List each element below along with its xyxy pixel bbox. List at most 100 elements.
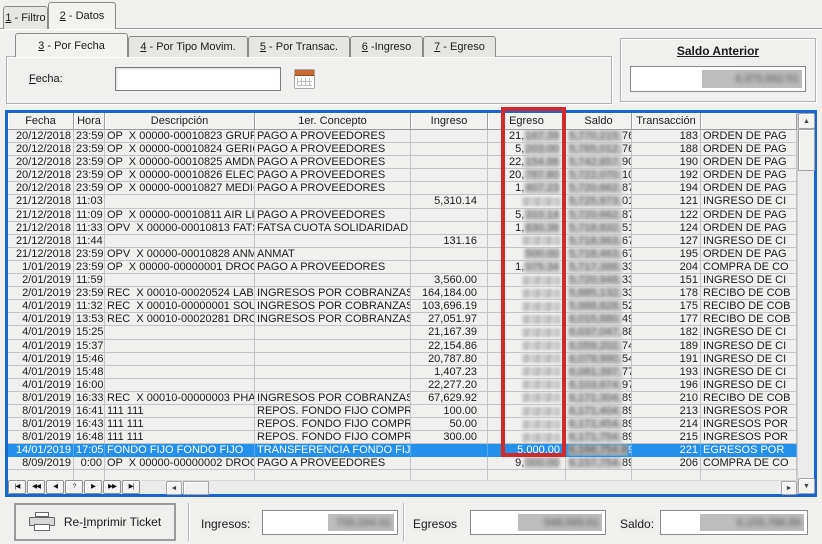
column-header-blank[interactable] — [701, 113, 797, 130]
cell-egreso — [488, 392, 566, 405]
tab-datos[interactable]: 2 - Datos — [48, 2, 116, 29]
cell-transaccion: 127 — [632, 235, 701, 248]
cell-egreso — [488, 405, 566, 418]
cell-ingreso — [411, 261, 488, 274]
table-row[interactable]: 4/01/201915:4620,787.806,079,990.54191IN… — [8, 353, 797, 366]
tabstrip-divider — [0, 28, 822, 29]
cell-concepto: PAGO A PROVEEDORES — [255, 182, 411, 195]
fecha-input[interactable] — [115, 67, 281, 91]
table-row[interactable]: 20/12/201823:59OP X 00000-00010827 MEDIC… — [8, 182, 797, 195]
table-row[interactable]: 4/01/201911:32REC X 00010-00000001 SOUEI… — [8, 300, 797, 313]
vertical-scrollbar-thumb[interactable] — [798, 129, 815, 171]
cell-egreso: 20,787.80 — [488, 169, 566, 182]
cell-tipo: INGRESO DE CI — [701, 379, 797, 392]
table-row[interactable]: 1/01/201923:59OP X 00000-00000001 DROGPA… — [8, 261, 797, 274]
cell-egreso — [488, 313, 566, 326]
calendar-icon[interactable] — [294, 69, 315, 89]
table-row[interactable]: 21/12/201811:33OPV X 00000-00010813 FATS… — [8, 222, 797, 235]
table-row[interactable]: 8/01/201916:33REC X 00010-00000003 PHARI… — [8, 392, 797, 405]
horizontal-scrollbar-thumb[interactable] — [183, 481, 209, 495]
cell-descripcion — [105, 340, 255, 353]
column-header-1er-concepto[interactable]: 1er. Concepto — [255, 113, 411, 130]
cell-egreso — [488, 470, 566, 480]
redacted-saldo: 5,717,388. — [568, 261, 622, 273]
table-row[interactable]: 4/01/201915:3722,154.866,059,202.74189IN… — [8, 340, 797, 353]
column-header-fecha[interactable]: Fecha — [8, 113, 74, 130]
scroll-down-icon[interactable]: ▼ — [798, 478, 815, 494]
cell-egreso — [488, 340, 566, 353]
column-header-hora[interactable]: Hora — [74, 113, 105, 130]
cell-egreso: 22,154.86 — [488, 156, 566, 169]
nav-last-button[interactable]: ▶| — [122, 480, 140, 494]
table-row[interactable]: 20/12/201823:59OP X 00000-00010825 AMDMP… — [8, 156, 797, 169]
cell-tipo: INGRESOS POR — [701, 418, 797, 431]
saldo-anterior-field: 4,375,992.51 — [630, 66, 806, 92]
nav-prev-button[interactable]: ◀ — [46, 480, 64, 494]
nav-fast-forward-button[interactable]: ▶▶ — [103, 480, 121, 494]
scroll-right-icon[interactable]: ► — [781, 481, 797, 495]
table-row[interactable]: 8/09/20190:00OP X 00000-00000002 DROGPAG… — [8, 457, 797, 470]
table-row[interactable]: 21/12/201811:44131.165,718,963.67127INGR… — [8, 235, 797, 248]
redaction-smudge — [522, 276, 560, 285]
tab-ingreso[interactable]: 6 -Ingreso — [350, 36, 423, 57]
cell-fecha: 21/12/2018 — [8, 222, 74, 235]
table-row[interactable]: 8/01/201916:48111 111REPOS. FONDO FIJO C… — [8, 431, 797, 444]
table-row-selected[interactable]: 14/01/201917:05FONDO FIJO FONDO FIJOTRAN… — [8, 444, 797, 457]
scroll-left-icon[interactable]: ◄ — [166, 481, 182, 495]
table-row[interactable]: 4/01/201916:0022,277.206,103,674.97196IN… — [8, 379, 797, 392]
tab-por-tipo-movim[interactable]: 4 - Por Tipo Movim. — [128, 36, 248, 57]
column-header-ingreso[interactable]: Ingreso — [411, 113, 488, 130]
column-header-descripci-n[interactable]: Descripción — [105, 113, 255, 130]
cell-fecha: 4/01/2019 — [8, 379, 74, 392]
nav-help-button[interactable]: ? — [65, 480, 83, 494]
table-row[interactable]: 4/01/201913:53REC X 00010-00020281 DROGI… — [8, 313, 797, 326]
cell-descripcion: OPV X 00000-00010813 FATS — [105, 222, 255, 235]
column-header-saldo[interactable]: Saldo — [566, 113, 632, 130]
table-row[interactable]: 2/01/201923:59REC X 00010-00020524 LABOI… — [8, 287, 797, 300]
column-header-transacci-n[interactable]: Transacción — [632, 113, 701, 130]
table-row[interactable]: 21/12/201811:035,310.145,725,973.01121IN… — [8, 195, 797, 208]
table-row[interactable]: 20/12/201823:59OP X 00000-00010824 GERIC… — [8, 143, 797, 156]
cell-fecha: 21/12/2018 — [8, 248, 74, 261]
table-row[interactable]: 4/01/201915:481,407.236,081,397.77193ING… — [8, 366, 797, 379]
nav-first-button[interactable]: |◀ — [8, 480, 26, 494]
cell-saldo: 6,079,990.54 — [566, 353, 632, 366]
tab-label: - Por Tipo Movim. — [146, 41, 235, 53]
cell-tipo: ORDEN DE PAG — [701, 222, 797, 235]
nav-fast-back-button[interactable]: ◀◀ — [27, 480, 45, 494]
cell-transaccion: 193 — [632, 366, 701, 379]
table-row[interactable]: 20/12/201823:59OP X 00000-00010823 GRUPP… — [8, 130, 797, 143]
table-row[interactable]: 2/01/201911:593,560.005,720,948.33151ING… — [8, 274, 797, 287]
tab-filtro[interactable]: 1 - Filtro — [3, 6, 48, 29]
tab-por-transac[interactable]: 5 - Por Transac. — [248, 36, 350, 57]
cell-ingreso — [411, 169, 488, 182]
table-row[interactable]: 8/01/201916:43111 111REPOS. FONDO FIJO C… — [8, 418, 797, 431]
grid-body[interactable]: 20/12/201823:59OP X 00000-00010823 GRUPP… — [8, 130, 797, 480]
horizontal-scrollbar-track[interactable]: ◄ ► — [141, 480, 797, 494]
tab-por-fecha[interactable]: 3 - Por Fecha — [15, 33, 128, 57]
table-row[interactable]: 20/12/201823:59OP X 00000-00010826 ELECT… — [8, 169, 797, 182]
cell-tipo: INGRESO DE CI — [701, 274, 797, 287]
cell-transaccion: 189 — [632, 340, 701, 353]
cell-descripcion: REC X 00010-00000003 PHAR — [105, 392, 255, 405]
redaction-smudge — [522, 341, 560, 350]
table-row[interactable]: 21/12/201811:09OP X 00000-00010811 AIR L… — [8, 209, 797, 222]
cell-egreso: 1,075.34 — [488, 261, 566, 274]
redacted-saldo: 5,720,662. — [568, 209, 622, 221]
cell-ingreso — [411, 470, 488, 480]
scroll-up-icon[interactable]: ▲ — [798, 113, 815, 129]
table-row[interactable]: 8/01/201916:41111 111REPOS. FONDO FIJO C… — [8, 405, 797, 418]
reprint-ticket-button[interactable]: Re-Imprimir Ticket — [14, 503, 176, 541]
cell-concepto: INGRESOS POR COBRANZAS — [255, 313, 411, 326]
tab-egreso[interactable]: 7 - Egreso — [423, 36, 496, 57]
table-row[interactable]: 21/12/201823:59OPV X 00000-00010828 ANMA… — [8, 248, 797, 261]
cell-fecha: 2/01/2019 — [8, 287, 74, 300]
table-row[interactable]: 4/01/201915:2521,167.396,037,047.88182IN… — [8, 326, 797, 339]
redacted-saldo: 6,171,754. — [568, 431, 622, 443]
column-header-egreso[interactable]: Egreso — [488, 113, 566, 130]
nav-next-button[interactable]: ▶ — [84, 480, 102, 494]
vertical-scrollbar[interactable]: ▲ ▼ — [797, 113, 814, 494]
table-row[interactable] — [8, 470, 797, 480]
cell-concepto: INGRESOS POR COBRANZAS — [255, 392, 411, 405]
cell-ingreso: 67,629.92 — [411, 392, 488, 405]
